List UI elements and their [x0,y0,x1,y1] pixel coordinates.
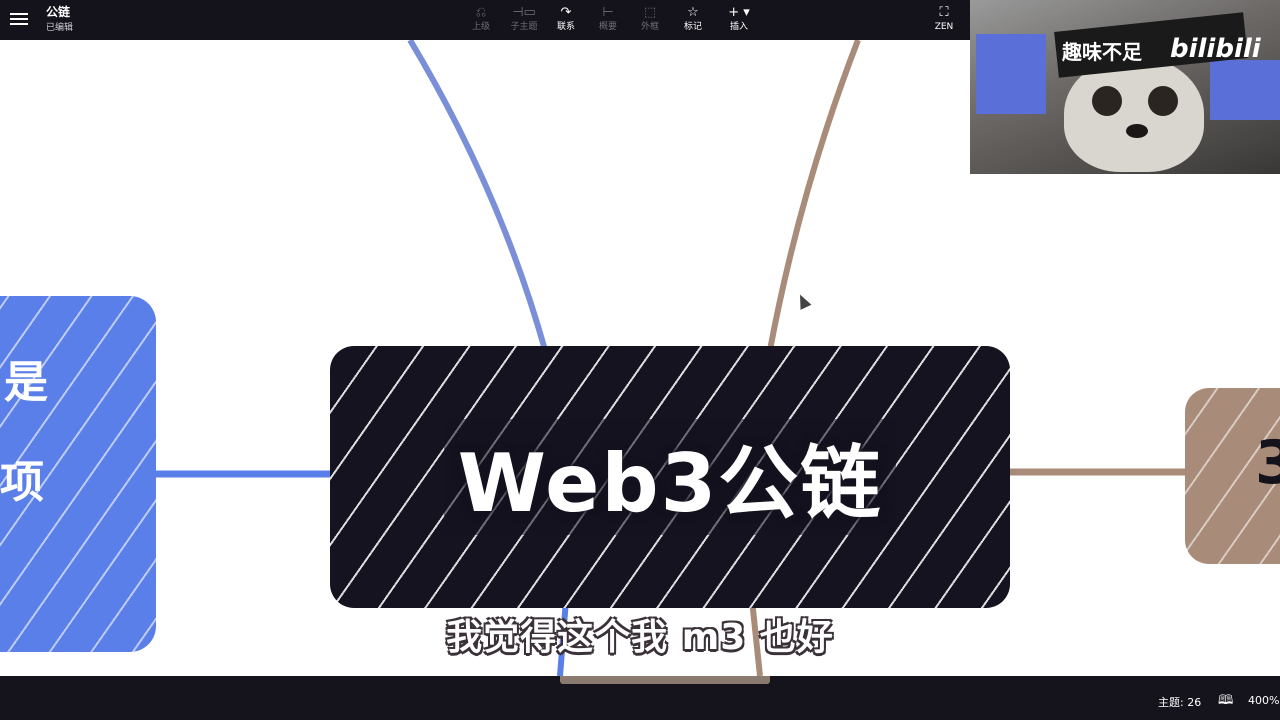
topic-left-line1: 是 [4,357,48,408]
star-icon: ☆ [687,5,699,20]
central-topic-title: Web3公链 [443,419,897,535]
toolbar-summary-button[interactable]: ⊢ 概要 [588,4,628,32]
relationship-icon: ↷ [560,5,572,20]
toolbar-marker-button[interactable]: ☆ 标记 [673,4,713,32]
bilibili-logo: bilibili [1170,34,1261,64]
toolbar-parent-topic-button[interactable]: ⎌ 上级 [461,4,501,32]
outline-book-icon[interactable]: 🕮 [1218,691,1233,713]
topic-count: 主题: 26 [1158,696,1202,709]
parent-topic-icon: ⎌ [475,5,487,20]
boundary-icon: ⬚ [643,5,657,20]
branch-line-blue-top [407,40,548,351]
topic-node-left[interactable]: 是 项 [0,296,156,652]
topic-node-right[interactable]: 3 [1185,388,1280,564]
zoom-level[interactable]: 400% [1248,694,1279,707]
topic-left-line2: 项 [0,457,44,508]
hamburger-menu-icon[interactable] [10,10,28,26]
central-topic-node[interactable]: Web3公链 [330,346,1010,608]
toolbar-insert-button[interactable]: + ▾ 插入 [719,4,759,32]
video-subtitle: 我觉得这个我 m3 也好 [446,617,834,658]
bottom-status-bar: 主题: 26 🕮 400% [0,676,1280,720]
zen-mode-button[interactable]: ⛶ ZEN [926,4,962,32]
summary-icon: ⊢ [602,5,614,20]
toolbar-subtopic-button[interactable]: ⊣▭ 子主题 [504,4,544,32]
document-status: 已编辑 [46,23,74,33]
webcam-overlay: 趣味不足 bilibili [970,0,1280,174]
canvas-scroll-handle[interactable] [560,676,770,684]
fullscreen-icon: ⛶ [939,5,949,20]
branch-line-brown-top [767,40,861,351]
toolbar-relationship-button[interactable]: ↷ 联系 [546,4,586,32]
subtopic-icon: ⊣▭ [512,5,536,20]
webcam-caption: 趣味不足 [1062,40,1142,64]
topic-right-label: 3 [1255,428,1280,498]
plus-icon: + ▾ [728,5,750,20]
document-title[interactable]: 公链 [46,3,70,20]
toolbar-boundary-button[interactable]: ⬚ 外框 [630,4,670,32]
